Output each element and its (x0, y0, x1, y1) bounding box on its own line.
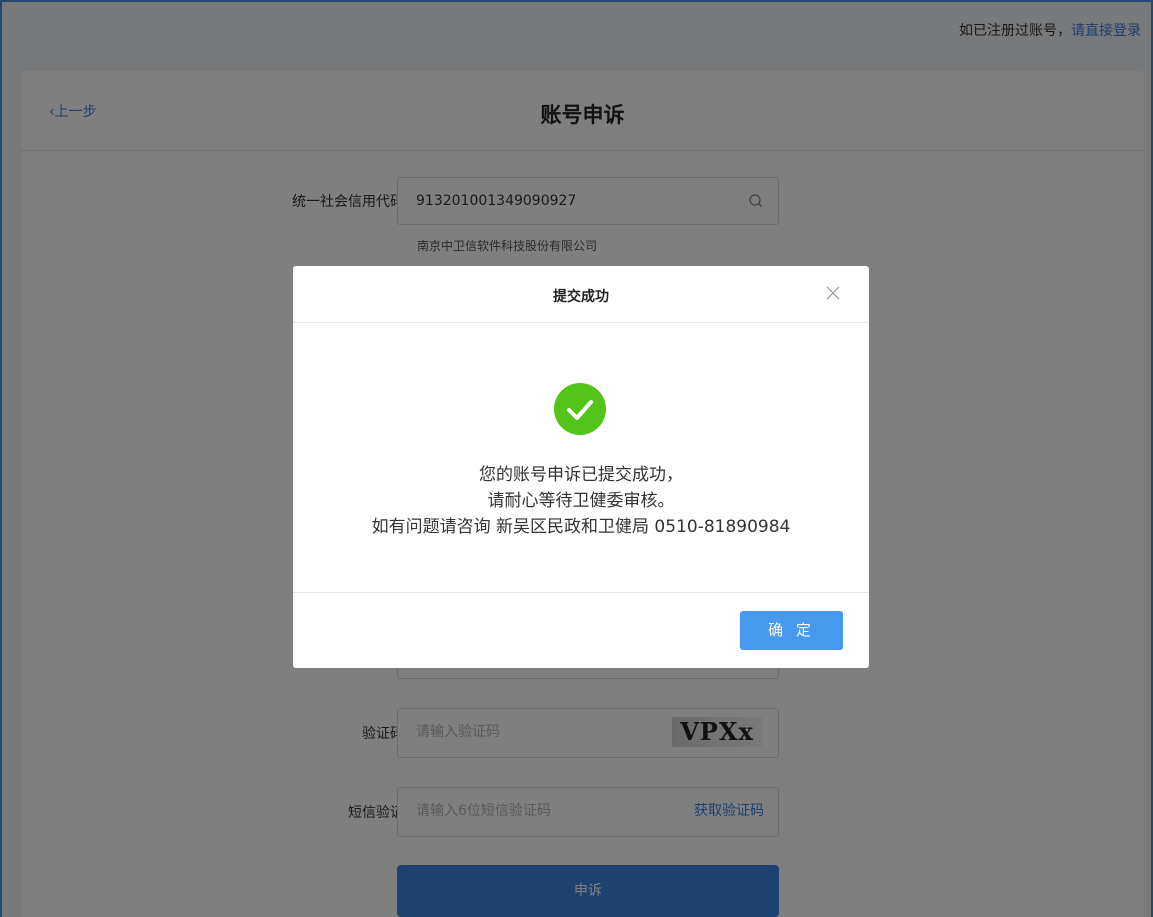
dialog-title: 提交成功 (553, 289, 609, 305)
dialog-header: 提交成功 (293, 266, 869, 323)
confirm-button[interactable]: 确 定 (740, 611, 843, 650)
dialog-message-line2: 请耐心等待卫健委审核。 (487, 491, 675, 511)
dialog-message-line3: 如有问题请咨询 新吴区民政和卫健局 0510-81890984 (371, 517, 791, 537)
dialog-divider (293, 592, 869, 593)
success-dialog: 提交成功 您的账号申诉已提交成功， 请耐心等待卫健委审核。 如有问题请咨询 新吴… (293, 266, 869, 668)
close-icon[interactable] (825, 285, 841, 301)
check-circle-icon (554, 383, 606, 435)
dialog-message-line1: 您的账号申诉已提交成功， (479, 465, 683, 485)
